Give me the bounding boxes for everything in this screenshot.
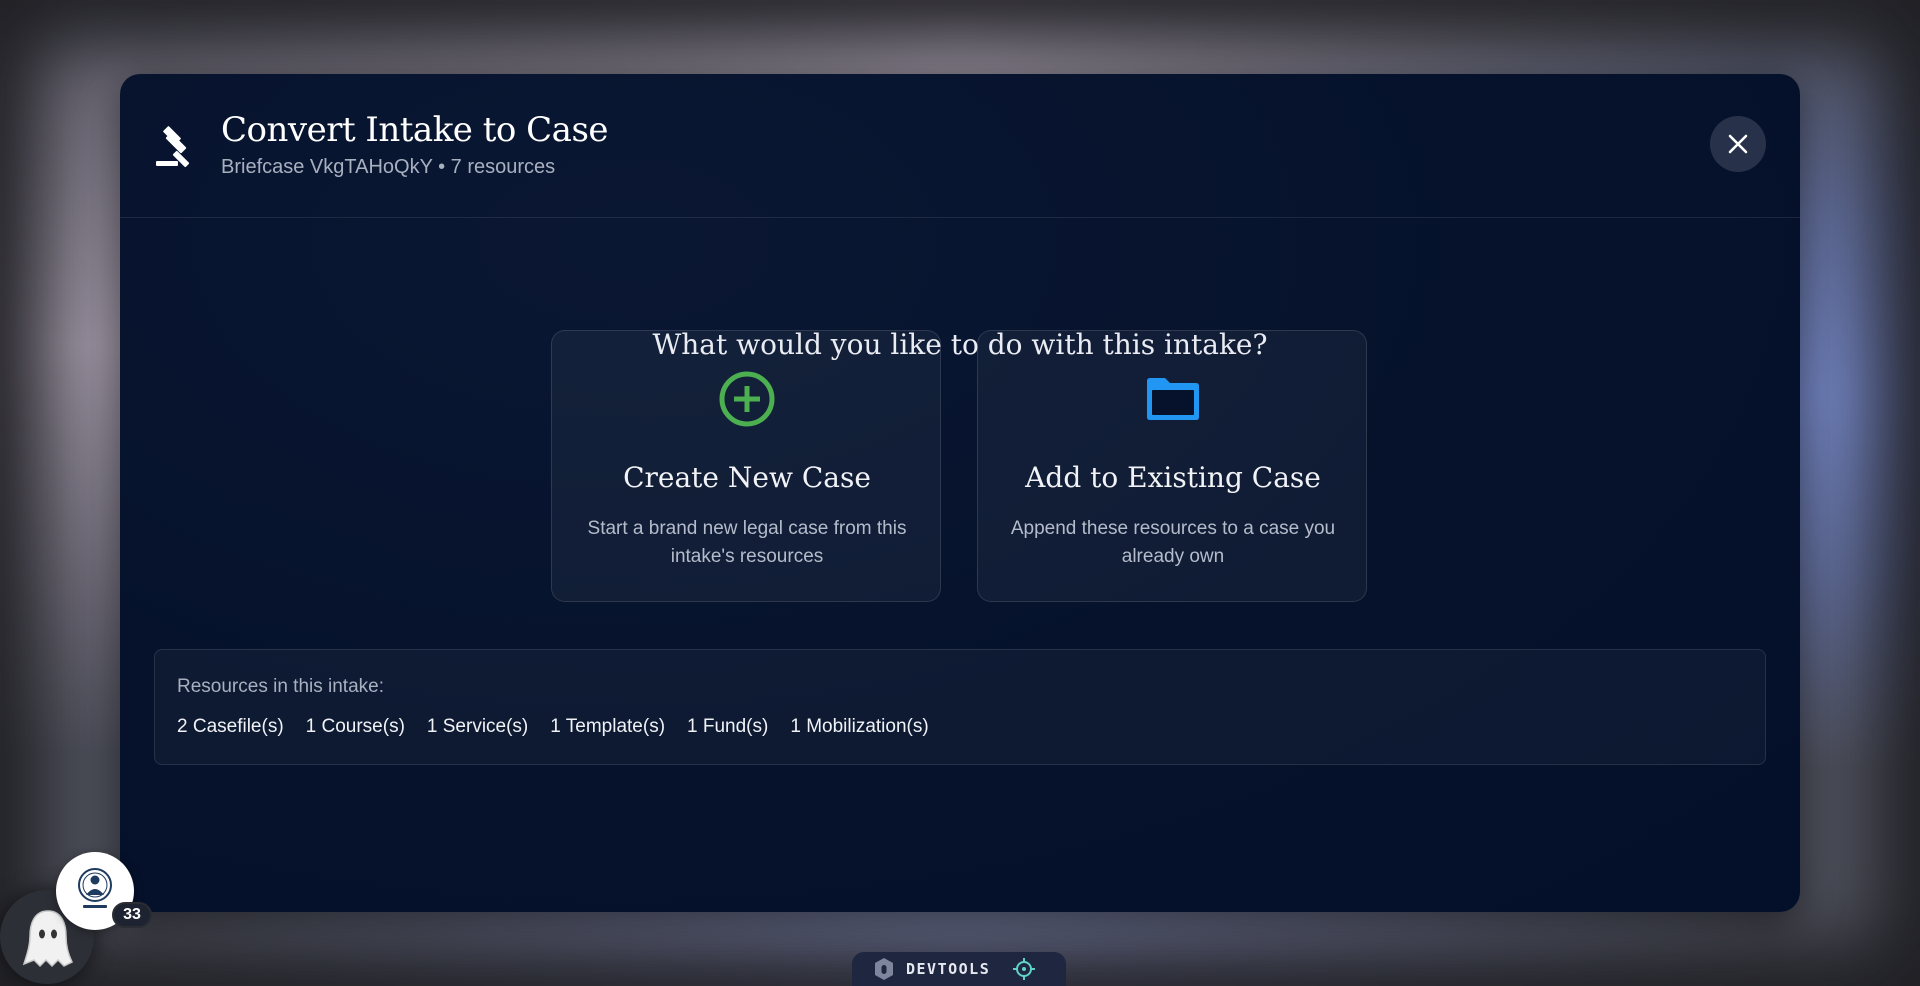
add-to-existing-case-description: Append these resources to a case you alr…: [1010, 518, 1336, 567]
devtools-toggle[interactable]: DEVTOOLS: [852, 952, 1066, 986]
devtools-label: DEVTOOLS: [906, 960, 991, 978]
notification-count-badge: 33: [112, 902, 152, 928]
plus-circle-icon: [719, 371, 775, 427]
create-new-case-card[interactable]: Create New Case Start a brand new legal …: [551, 330, 941, 602]
convert-intake-modal: Convert Intake to Case Briefcase VkgTAHo…: [120, 74, 1800, 912]
shield-icon: [875, 958, 893, 980]
folder-icon: [1147, 378, 1199, 420]
intake-question: What would you like to do with this inta…: [652, 328, 1268, 361]
resources-panel: Resources in this intake: 2 Casefile(s) …: [154, 649, 1766, 765]
resource-item: 1 Service(s): [426, 716, 529, 737]
gavel-icon: [156, 126, 190, 168]
resource-item: 1 Course(s): [305, 716, 405, 737]
resource-item: 1 Template(s): [550, 716, 666, 737]
add-to-existing-case-card[interactable]: Add to Existing Case Append these resour…: [977, 330, 1367, 602]
resource-list: 2 Casefile(s) 1 Course(s) 1 Service(s) 1…: [177, 716, 929, 738]
seal-logo-icon: [78, 868, 112, 908]
resources-label: Resources in this intake:: [177, 676, 384, 697]
close-icon: [1728, 134, 1748, 154]
modal-header: Convert Intake to Case Briefcase VkgTAHo…: [120, 74, 1800, 218]
resource-item: 1 Fund(s): [687, 716, 769, 737]
modal-subtitle: Briefcase VkgTAHoQkY • 7 resources: [221, 156, 556, 178]
create-new-case-title: Create New Case: [623, 461, 871, 494]
crosshair-icon[interactable]: [1012, 957, 1036, 981]
resource-item: 2 Casefile(s): [177, 716, 284, 737]
add-to-existing-case-title: Add to Existing Case: [1025, 461, 1321, 494]
resource-item: 1 Mobilization(s): [790, 716, 929, 737]
close-button[interactable]: [1710, 116, 1766, 172]
modal-title: Convert Intake to Case: [221, 110, 609, 150]
create-new-case-description: Start a brand new legal case from this i…: [587, 518, 907, 567]
